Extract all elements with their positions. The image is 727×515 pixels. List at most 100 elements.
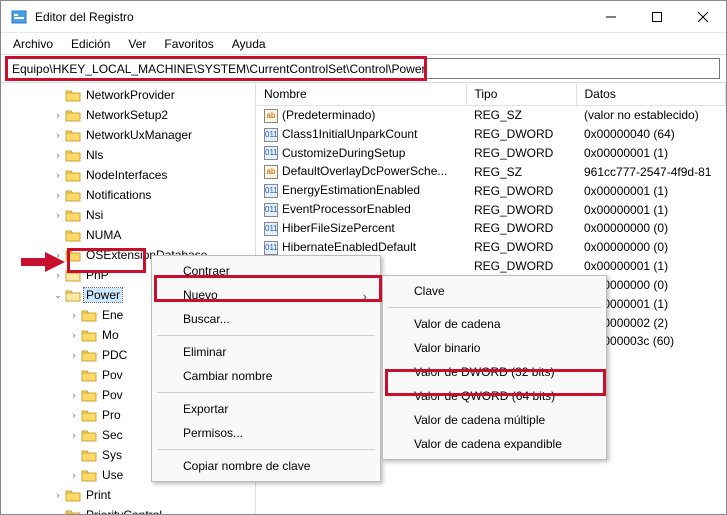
minimize-button[interactable] — [588, 1, 634, 33]
value-row[interactable]: 011Class1InitialUnparkCountREG_DWORD0x00… — [256, 125, 726, 144]
value-row[interactable]: 011EnergyEstimationEnabledREG_DWORD0x000… — [256, 181, 726, 200]
expand-icon[interactable]: › — [51, 250, 65, 260]
expand-icon[interactable]: › — [67, 310, 81, 320]
tree-node[interactable]: NetworkProvider — [1, 85, 255, 105]
expand-icon[interactable]: › — [67, 430, 81, 440]
ctx-nuevo[interactable]: Nuevo — [155, 283, 377, 307]
tree-node[interactable]: ›Print — [1, 485, 255, 505]
value-data: 0x00000000 (0) — [576, 219, 726, 238]
expand-icon[interactable]: › — [67, 470, 81, 480]
tree-node[interactable]: › Nsi — [1, 205, 255, 225]
value-type: REG_DWORD — [466, 181, 576, 200]
value-row[interactable]: 011HiberFileSizePercentREG_DWORD0x000000… — [256, 219, 726, 238]
tree-label: PnP — [84, 268, 111, 282]
tree-label: Nls — [84, 148, 105, 162]
value-name: EventProcessorEnabled — [282, 202, 411, 216]
expand-icon[interactable]: › — [67, 410, 81, 420]
ctx-sep — [388, 307, 601, 308]
tree-node[interactable]: ›NetworkSetup2 — [1, 105, 255, 125]
value-name: HiberFileSizePercent — [282, 221, 395, 235]
ctx-sep — [157, 335, 375, 336]
menu-favoritos[interactable]: Favoritos — [156, 35, 221, 53]
col-type[interactable]: Tipo — [466, 83, 576, 106]
sub-multiple[interactable]: Valor de cadena múltiple — [386, 408, 603, 432]
app-icon — [11, 9, 27, 25]
expand-icon[interactable]: › — [67, 350, 81, 360]
value-row[interactable]: 011 EventProcessorEnabled REG_DWORD0x00000… — [256, 200, 726, 219]
expand-icon[interactable]: › — [51, 150, 65, 160]
binary-value-icon: 011 — [264, 203, 278, 217]
close-button[interactable] — [680, 1, 726, 33]
tree-node[interactable]: › NodeInterfaces — [1, 165, 255, 185]
value-data: 0x00000001 (1) — [576, 200, 726, 219]
expand-icon[interactable]: › — [51, 110, 65, 120]
ctx-cambiar[interactable]: Cambiar nombre — [155, 364, 377, 388]
ctx-contraer[interactable]: Contraer — [155, 259, 377, 283]
tree-label: Notifications — [84, 188, 153, 202]
tree-label: Nsi — [84, 208, 105, 222]
tree-label: NetworkProvider — [84, 88, 177, 102]
maximize-button[interactable] — [634, 1, 680, 33]
value-data: (valor no establecido) — [576, 106, 726, 125]
menu-archivo[interactable]: Archivo — [5, 35, 61, 53]
value-type: REG_DWORD — [466, 219, 576, 238]
ctx-buscar[interactable]: Buscar... — [155, 307, 377, 331]
tree-node[interactable]: › Notifications — [1, 185, 255, 205]
tree-label: Sys — [100, 448, 124, 462]
expand-icon[interactable]: › — [51, 170, 65, 180]
col-name[interactable]: Nombre — [256, 83, 466, 106]
tree-label: NodeInterfaces — [84, 168, 169, 182]
address-input[interactable] — [7, 58, 720, 79]
value-name: Class1InitialUnparkCount — [282, 127, 417, 141]
tree-node[interactable]: › Nls — [1, 145, 255, 165]
sub-dword[interactable]: Valor de DWORD (32 bits) — [386, 360, 603, 384]
string-value-icon: ab — [264, 165, 278, 179]
tree-label: Pro — [100, 408, 123, 422]
sub-qword[interactable]: Valor de QWORD (64 bits) — [386, 384, 603, 408]
expand-icon[interactable]: › — [51, 130, 65, 140]
tree-label: Pov — [100, 388, 125, 402]
value-row[interactable]: 011 CustomizeDuringSetup REG_DWORD0x000000… — [256, 144, 726, 163]
value-data: 0x00000001 (1) — [576, 257, 726, 276]
ctx-copiar[interactable]: Copiar nombre de clave — [155, 454, 377, 478]
value-type: REG_DWORD — [466, 257, 576, 276]
sub-clave[interactable]: Clave — [386, 279, 603, 303]
tree-label: Mo — [100, 328, 121, 342]
sub-expand[interactable]: Valor de cadena expandible — [386, 432, 603, 456]
expand-icon[interactable]: › — [67, 330, 81, 340]
ctx-permisos[interactable]: Permisos... — [155, 421, 377, 445]
col-data[interactable]: Datos — [576, 83, 726, 106]
menu-ayuda[interactable]: Ayuda — [224, 35, 274, 53]
sub-cadena[interactable]: Valor de cadena — [386, 312, 603, 336]
expand-icon[interactable]: › — [67, 390, 81, 400]
tree-label: Use — [100, 468, 125, 482]
binary-value-icon: 011 — [264, 146, 278, 160]
menu-ver[interactable]: Ver — [120, 35, 154, 53]
value-type: REG_DWORD — [466, 144, 576, 163]
value-type: REG_DWORD — [466, 200, 576, 219]
expand-icon[interactable]: › — [51, 490, 65, 500]
tree-node[interactable]: NUMA — [1, 225, 255, 245]
value-type: REG_SZ — [466, 162, 576, 181]
expand-icon[interactable]: › — [51, 210, 65, 220]
tree-label: Power — [84, 288, 122, 302]
address-bar-wrap — [1, 55, 726, 83]
value-row[interactable]: 011HibernateEnabledDefaultREG_DWORD0x000… — [256, 238, 726, 257]
sub-binario[interactable]: Valor binario — [386, 336, 603, 360]
ctx-eliminar[interactable]: Eliminar — [155, 340, 377, 364]
tree-node[interactable]: ›NetworkUxManager — [1, 125, 255, 145]
value-name: CustomizeDuringSetup — [282, 146, 405, 160]
menu-edicion[interactable]: Edición — [63, 35, 118, 53]
ctx-exportar[interactable]: Exportar — [155, 397, 377, 421]
expand-icon[interactable]: ⌄ — [51, 290, 65, 301]
expand-icon[interactable]: › — [51, 270, 65, 280]
menubar: Archivo Edición Ver Favoritos Ayuda — [1, 33, 726, 55]
expand-icon[interactable]: › — [51, 190, 65, 200]
value-type: REG_DWORD — [466, 238, 576, 257]
tree-node[interactable]: PriorityControl — [1, 505, 255, 514]
ctx-sep — [157, 392, 375, 393]
value-row[interactable]: ab(Predeterminado)REG_SZ(valor no establ… — [256, 106, 726, 125]
tree-label: Ene — [100, 308, 125, 322]
value-row[interactable]: abDefaultOverlayDcPowerSche...REG_SZ961c… — [256, 162, 726, 181]
value-data: 0x00000001 (1) — [576, 144, 726, 163]
